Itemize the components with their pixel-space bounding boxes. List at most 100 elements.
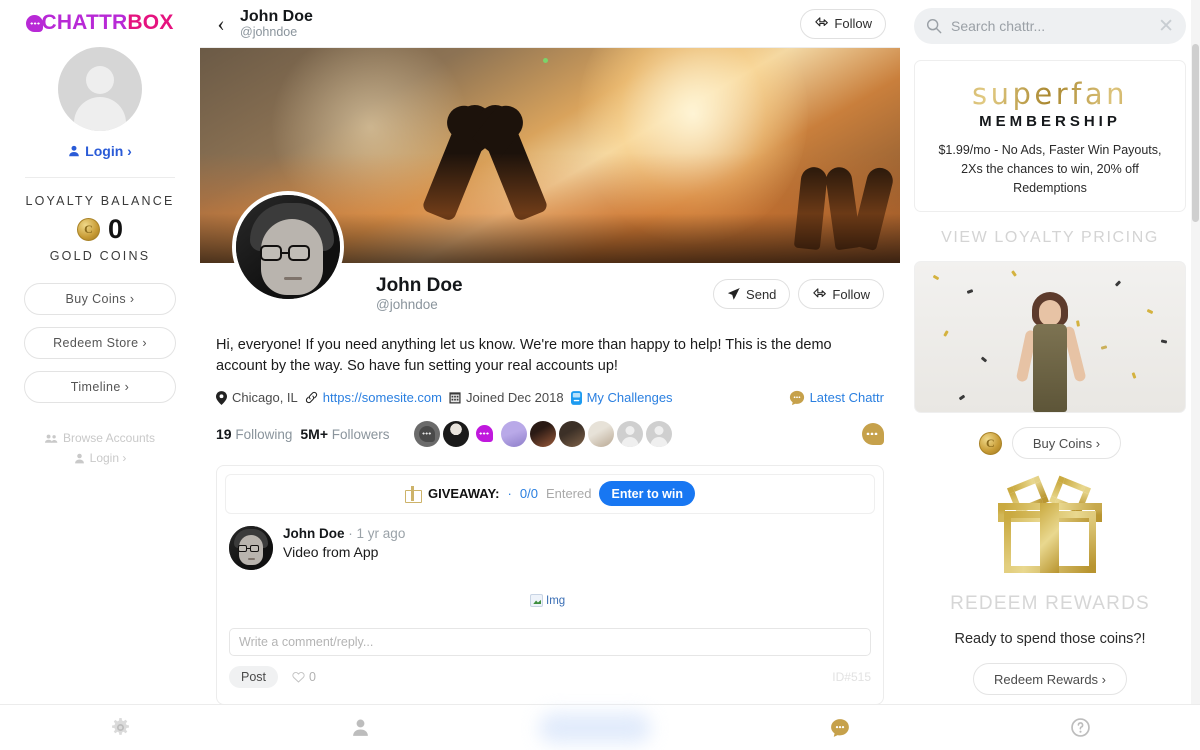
heart-icon (292, 671, 305, 683)
post-header: John Doe · 1 yr ago Video from App (225, 514, 875, 570)
like-control[interactable]: 0 (292, 670, 316, 684)
broken-image-label: Img (546, 594, 566, 607)
chattr-bubble-icon[interactable] (862, 422, 884, 445)
promo-image[interactable] (914, 261, 1186, 414)
meta-website[interactable]: https://somesite.com (305, 390, 442, 405)
giveaway-label: GIVEAWAY: (427, 486, 500, 502)
avatar-default-1[interactable] (616, 420, 643, 447)
meta-challenges-label: My Challenges (586, 390, 673, 406)
gold-gift-box-icon (998, 475, 1102, 577)
nav-coins[interactable] (720, 718, 960, 738)
superfan-membership-card[interactable]: superfan MEMBERSHIP $1.99/mo - No Ads, F… (914, 60, 1186, 213)
login-muted-link[interactable]: Login › (74, 451, 126, 465)
latest-chattr-label: Latest Chattr (809, 390, 884, 406)
profile-name: John Doe (376, 275, 463, 296)
avatar[interactable] (232, 191, 344, 303)
like-count: 0 (309, 669, 316, 684)
view-loyalty-pricing-link[interactable]: VIEW LOYALTY PRICING (914, 229, 1186, 247)
following-label: Following (235, 426, 293, 442)
following-stat[interactable]: 19 Following (216, 426, 292, 442)
post-card: GIVEAWAY: · 0/0 Entered Enter to win Joh… (216, 464, 884, 705)
latest-chattr-link[interactable]: Latest Chattr (789, 390, 884, 406)
redeem-rewards-button[interactable]: Redeem Rewards › (973, 663, 1127, 696)
browse-accounts-link[interactable]: Browse Accounts (44, 431, 156, 445)
post-button[interactable]: Post (229, 665, 279, 688)
meta-joined-label: Joined Dec 2018 (465, 390, 564, 406)
follow-arrow-icon (814, 16, 829, 31)
browse-accounts-label: Browse Accounts (62, 431, 156, 445)
nav-help[interactable] (960, 718, 1200, 737)
enter-to-win-button[interactable]: Enter to win (599, 481, 696, 507)
scrollbar-thumb[interactable] (1192, 44, 1199, 222)
close-icon[interactable]: ✕ (1158, 17, 1174, 36)
avatar-default-2[interactable] (645, 420, 672, 447)
header-follow-button[interactable]: Follow (800, 8, 886, 39)
redeem-rewards-title: REDEEM REWARDS (950, 593, 1150, 615)
follow-button[interactable]: Follow (798, 279, 884, 309)
user-icon (351, 718, 370, 737)
coin-count: 0 (107, 214, 124, 244)
loyalty-balance-title: LOYALTY BALANCE (25, 194, 175, 208)
meta-website-label: https://somesite.com (322, 390, 442, 406)
app-root: CHATTR BOX Login › LOYALTY BALANCE C 0 GO… (0, 0, 1200, 750)
meta-location-label: Chicago, IL (232, 390, 298, 406)
avatar-woman-green-bg[interactable] (587, 420, 614, 447)
calendar-icon (449, 391, 461, 404)
profile-block: John Doe @johndoe Send Follow Hi, everyo… (200, 191, 900, 447)
avatar-chattr-purple[interactable] (471, 420, 498, 447)
follower-avatar-list (413, 420, 672, 447)
header-handle: @johndoe (240, 25, 298, 40)
gold-coins-label: GOLD COINS (49, 249, 151, 263)
search-input[interactable]: Search chattr... (951, 18, 1149, 34)
link-icon (305, 391, 318, 404)
comment-input[interactable]: Write a comment/reply... (229, 627, 871, 656)
giveaway-count: 0/0 (519, 486, 538, 502)
search-icon (926, 18, 942, 34)
chevron-left-icon[interactable]: ‹ (208, 11, 234, 37)
post-author: John Doe (283, 525, 345, 541)
nav-profile[interactable] (240, 718, 480, 737)
nav-settings[interactable] (0, 718, 240, 737)
comment-placeholder: Write a comment/reply... (239, 634, 374, 649)
meta-location: Chicago, IL (216, 390, 298, 405)
superfan-description: $1.99/mo - No Ads, Faster Win Payouts, 2… (938, 143, 1162, 195)
superfan-title: superfan (927, 77, 1173, 111)
page-title: John Doe (240, 7, 313, 25)
scrollbar-track[interactable] (1191, 0, 1200, 750)
search-bar[interactable]: Search chattr... ✕ (914, 8, 1186, 44)
login-link[interactable]: Login › (68, 143, 132, 159)
send-button[interactable]: Send (713, 279, 791, 309)
buy-coins-button[interactable]: Buy Coins › (24, 283, 176, 315)
chat-bubble-icon (26, 15, 44, 32)
meta-challenges[interactable]: My Challenges (570, 390, 673, 406)
giveaway-banner: GIVEAWAY: · 0/0 Entered Enter to win (225, 473, 875, 514)
buy-coins-button[interactable]: Buy Coins › (1011, 427, 1122, 460)
user-icon (74, 453, 85, 464)
avatar-chattr-dark[interactable] (413, 420, 440, 447)
avatar-person-bw[interactable] (442, 420, 469, 447)
brand-logo[interactable]: CHATTR BOX (26, 12, 173, 33)
post-meta: John Doe · 1 yr ago (283, 526, 871, 541)
header-identity: John Doe @johndoe (240, 8, 313, 40)
user-icon (68, 145, 80, 157)
post-id: ID#515 (832, 669, 871, 684)
following-count: 19 (216, 425, 232, 442)
followers-stat[interactable]: 5M+ Followers (300, 426, 389, 442)
brand-name-part1: CHATTR (41, 11, 128, 34)
post-text: Video from App (283, 543, 379, 560)
chattr-bubble-icon (789, 390, 805, 406)
redeem-rewards-subtitle: Ready to spend those coins?! (954, 631, 1146, 648)
gold-coin-icon: C (978, 431, 1002, 455)
question-circle-icon (1070, 718, 1090, 737)
profile-stats-row: 19 Following 5M+ Followers (216, 420, 884, 447)
avatar-woman-red-hair[interactable] (529, 420, 556, 447)
gear-icon (111, 718, 130, 737)
avatar-person-purple-bg[interactable] (500, 420, 527, 447)
header-follow-label: Follow (834, 16, 872, 31)
redeem-store-button[interactable]: Redeem Store › (24, 327, 176, 359)
timeline-button[interactable]: Timeline › (24, 371, 176, 403)
map-pin-icon (216, 391, 227, 405)
avatar-man-beard[interactable] (558, 420, 585, 447)
post-author-avatar[interactable] (229, 525, 273, 570)
send-label: Send (746, 286, 777, 302)
